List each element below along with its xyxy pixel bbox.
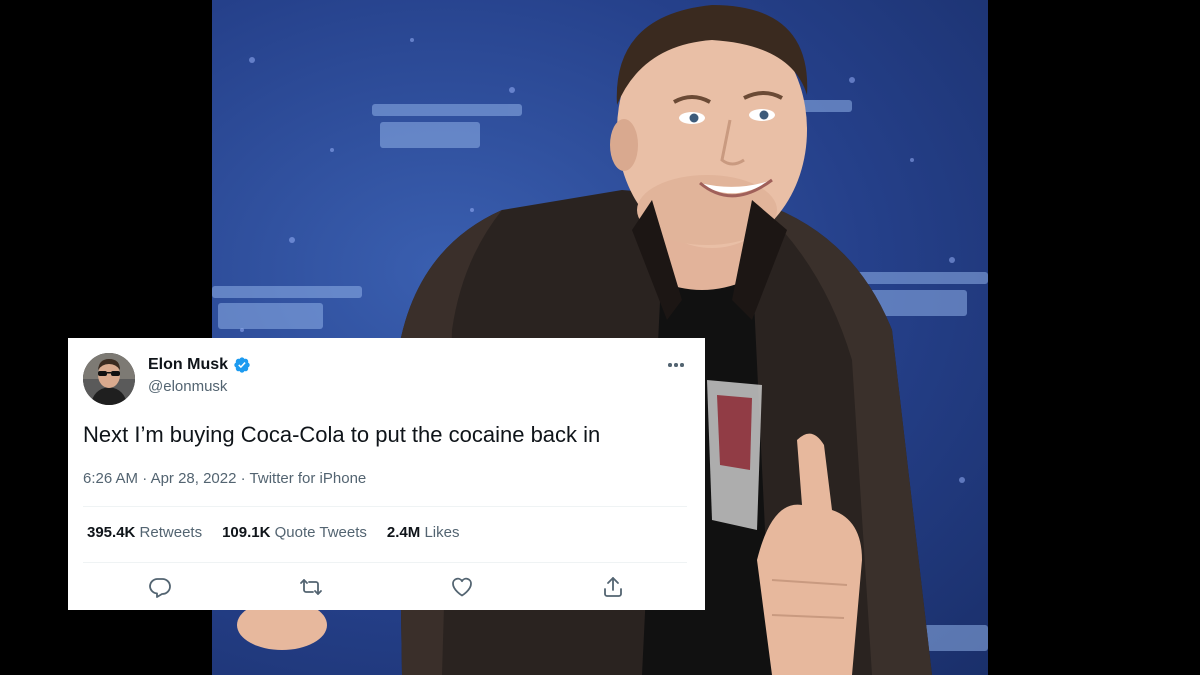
author-handle[interactable]: @elonmusk [148, 378, 227, 395]
tweet-time[interactable]: 6:26 AM [83, 470, 138, 487]
author-name[interactable]: Elon Musk [148, 356, 228, 374]
quote-tweets-count: 109.1K [222, 524, 271, 541]
tweet-source[interactable]: Twitter for iPhone [250, 470, 367, 487]
verified-badge-icon [233, 356, 251, 374]
likes-label: Likes [424, 524, 460, 541]
tweet-meta: 6:26 AM · Apr 28, 2022 · Twitter for iPh… [83, 470, 366, 487]
tweet-date[interactable]: Apr 28, 2022 [151, 470, 237, 487]
tweet-card: Elon Musk @elonmusk Next I’m buying Coca… [68, 338, 705, 610]
heart-icon[interactable] [450, 575, 474, 599]
author-name-row[interactable]: Elon Musk [148, 356, 251, 374]
divider [83, 562, 687, 563]
retweet-icon[interactable] [299, 575, 323, 599]
tweet-text: Next I’m buying Coca-Cola to put the coc… [83, 422, 601, 447]
likes-count: 2.4M [386, 524, 421, 541]
quote-tweets-stat[interactable]: 109.1K Quote Tweets [222, 524, 367, 541]
reply-icon[interactable] [148, 575, 172, 599]
tweet-stats: 395.4K Retweets 109.1K Quote Tweets 2.4M… [87, 524, 459, 541]
avatar[interactable] [83, 353, 135, 405]
retweets-stat[interactable]: 395.4K Retweets [87, 524, 202, 541]
likes-stat[interactable]: 2.4M Likes [387, 524, 460, 541]
meta-separator: · [138, 470, 151, 487]
share-icon[interactable] [601, 575, 625, 599]
quote-tweets-label: Quote Tweets [274, 524, 367, 541]
retweets-label: Retweets [139, 524, 203, 541]
more-horizontal-icon[interactable] [664, 355, 688, 375]
avatar-image [83, 353, 135, 405]
retweets-count: 395.4K [87, 524, 136, 541]
meta-separator: · [236, 470, 250, 487]
divider [83, 506, 687, 507]
tweet-actions [133, 575, 633, 599]
